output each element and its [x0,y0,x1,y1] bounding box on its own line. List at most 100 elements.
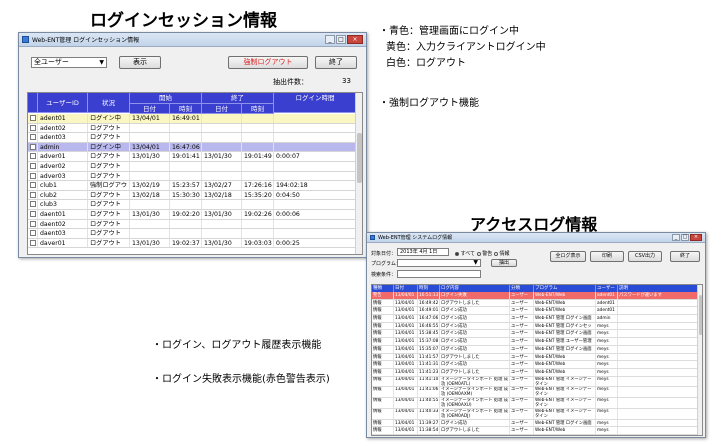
access-cell: イメージデータインポート 処理 成功 (OEM0AXM) [441,387,510,398]
access-cell: Web-ENT 管理 ログイン画面 [534,330,596,338]
row-checkbox[interactable] [29,115,36,121]
row-checkbox[interactable] [29,153,36,160]
access-close-button[interactable]: 終了 [670,251,700,262]
session-row[interactable]: daver01 ログアウト 13/01/30 19:02:37 13/01/30 19:0… [28,238,362,249]
access-log-row[interactable]: 情報 13/04/01 11:41:06 イメージデータインポート 処理 成功 (OE… [372,387,702,399]
vertical-scrollbar[interactable] [355,93,362,254]
extract-count-value: 33 [342,77,351,85]
minimize-icon[interactable]: _ [672,234,680,241]
session-row[interactable]: adver03 ログアウト [28,171,362,182]
csv-button[interactable]: CSV出力 [628,251,662,262]
session-row[interactable]: daent02 ログアウト [28,219,362,230]
vertical-scrollbar[interactable] [697,285,702,435]
all-log-button[interactable]: 全ログ表示 [550,251,586,262]
access-cell: 16:47:06 [419,315,440,322]
row-checkbox[interactable] [29,143,36,150]
access-cell: 情報 [372,322,394,330]
access-log-row[interactable]: 情報 13/04/01 16:49:01 ログイン成功 ユーザー Web-ENT/Web a… [372,307,702,316]
session-row[interactable]: club1 強制ログアウト 13/02/19 15:23:57 13/02/27 17:2… [28,181,362,191]
extract-button[interactable]: 抽出 [491,259,517,267]
radio-all[interactable] [455,251,459,256]
session-row[interactable]: club2 ログアウト 13/02/18 15:30:30 13/02/18 15:35:… [28,190,362,201]
access-log-row[interactable]: 情報 13/04/01 11:41:10 イメージデータインポート 処理 成功 (OE… [372,376,702,388]
row-checkbox[interactable] [29,182,36,189]
session-row[interactable]: adent02 ログアウト [28,123,362,134]
row-checkbox[interactable] [29,191,36,198]
header-start: 開始 [130,93,202,104]
access-window-title: Web-ENT管理 システムログ情報 [378,235,453,241]
access-header-cell: ユーザー [596,285,618,292]
minimize-icon[interactable]: _ [325,35,335,44]
access-cell: Web-ENT/Web [534,435,596,436]
session-row[interactable]: adent03 ログアウト [28,133,362,143]
print-button[interactable]: 印刷 [590,251,624,262]
access-log-row[interactable]: 情報 13/04/01 11:40:33 イメージデータインポート 処理 成功 (OE… [372,408,702,420]
session-row[interactable]: daent03 ログアウト [28,229,362,239]
radio-info[interactable] [493,251,498,256]
access-log-row[interactable]: 情報13/04/0111:38:43ログイン成功ユーザーWeb-ENT/Webm… [372,435,702,436]
app-icon [370,235,375,240]
user-filter-select[interactable]: 全ユーザー ▼ [31,57,107,68]
access-cell: Web-ENT/Web [534,353,596,361]
scrollbar-thumb[interactable] [699,295,702,335]
session-row[interactable]: adent01 ログイン中 13/04/01 16:49:01 [28,114,362,124]
access-cell [618,419,698,427]
access-log-row[interactable]: 情報 13/04/01 11:38:54 ログアウトしました ユーザー Web-ENT/W… [372,427,702,435]
access-cell: ログアウトしました [440,427,510,435]
session-row[interactable]: adver01 ログアウト 13/01/30 19:01:41 13/01/30 19:0… [28,152,362,162]
row-checkbox[interactable] [29,220,36,227]
row-checkbox[interactable] [29,230,36,237]
cell-status: ログアウト [88,229,130,238]
cell-status: ログアウト [88,133,130,142]
access-log-row[interactable]: 情報 13/04/01 16:46:55 ログイン成功 ユーザー Web-ENT 管理 ロ… [372,322,702,331]
row-checkbox[interactable] [29,162,36,169]
access-log-row[interactable]: 情報 13/04/01 11:41:23 ログアウトしました ユーザー Web-ENT/W… [372,368,702,377]
close-button[interactable]: 終了 [315,56,357,69]
access-log-row[interactable]: 情報 13/04/01 16:49:42 ログアウトしました ユーザー Web-ENT/W… [372,299,702,308]
session-row[interactable]: admin ログイン中 13/04/01 16:47:06 [28,142,362,153]
search-input[interactable] [397,270,481,278]
radio-warn[interactable] [476,251,481,256]
cell-dur [274,161,357,171]
program-select[interactable]: ▼ [397,259,481,267]
maximize-icon[interactable]: □ [336,35,346,44]
row-checkbox[interactable] [29,124,36,131]
row-checkbox[interactable] [29,134,36,141]
close-icon[interactable]: × [690,234,702,241]
cell-sd [130,229,170,238]
cell-user: adver02 [38,161,88,171]
cell-et [242,142,274,152]
session-row[interactable]: daent01 ログアウト 13/01/30 19:02:20 13/01/30 19:0… [28,209,362,220]
access-log-row[interactable]: 情報 13/04/01 11:41:31 ログイン成功 ユーザー Web-ENT/Web m… [372,361,702,369]
session-row[interactable]: club3 ログアウト [28,200,362,210]
access-log-row[interactable]: 情報 13/04/01 11:39:27 ログイン成功 ユーザー Web-ENT 管理 ロ… [372,419,702,428]
access-cell: 13/04/01 [394,307,418,315]
access-cell: adent01 [596,299,618,307]
cell-et [242,171,274,181]
maximize-icon[interactable]: □ [681,234,689,241]
access-cell: 情報 [372,398,394,408]
session-row[interactable]: adver02 ログアウト [28,161,362,172]
show-button[interactable]: 表示 [119,56,161,69]
scrollbar-thumb[interactable] [357,133,362,183]
access-log-row[interactable]: 警告 13/04/01 16:51:13 ログイン失敗 ユーザー Web-ENT/Web a… [372,292,702,300]
header-duration: ログイン時間 [274,93,357,113]
cell-status: ログアウト [88,171,130,181]
access-log-row[interactable]: 情報 13/04/01 15:38:45 ログイン成功 ユーザー Web-ENT 管理 ロ… [372,330,702,339]
access-log-row[interactable]: 情報 13/04/01 16:47:06 ログイン成功 ユーザー Web-ENT 管理 ロ… [372,315,702,323]
access-log-row[interactable]: 情報 13/04/01 15:37:08 ログイン成功 ユーザー Web-ENT 管理 ユ… [372,338,702,346]
row-checkbox[interactable] [29,210,36,217]
checkbox-cell [28,123,38,133]
force-logout-button[interactable]: 強制ログアウト [228,56,308,69]
row-checkbox[interactable] [29,172,36,179]
access-cell [618,408,698,419]
access-log-row[interactable]: 情報 13/04/01 11:41:57 ログアウトしました ユーザー Web-ENT/W… [372,353,702,362]
access-cell: 13/04/01 [394,361,418,368]
access-header-cell: 種類 [372,285,394,292]
access-log-row[interactable]: 情報 13/04/01 15:35:07 ログイン成功 ユーザー Web-ENT 管理 ロ… [372,345,702,354]
close-icon[interactable]: × [347,35,363,44]
access-log-row[interactable]: 情報 13/04/01 11:40:55 イメージデータインポート 処理 成功 (OE… [372,398,702,409]
row-checkbox[interactable] [29,239,36,246]
row-checkbox[interactable] [29,201,36,208]
date-picker[interactable]: 2013年 4月 1日 [397,248,449,256]
